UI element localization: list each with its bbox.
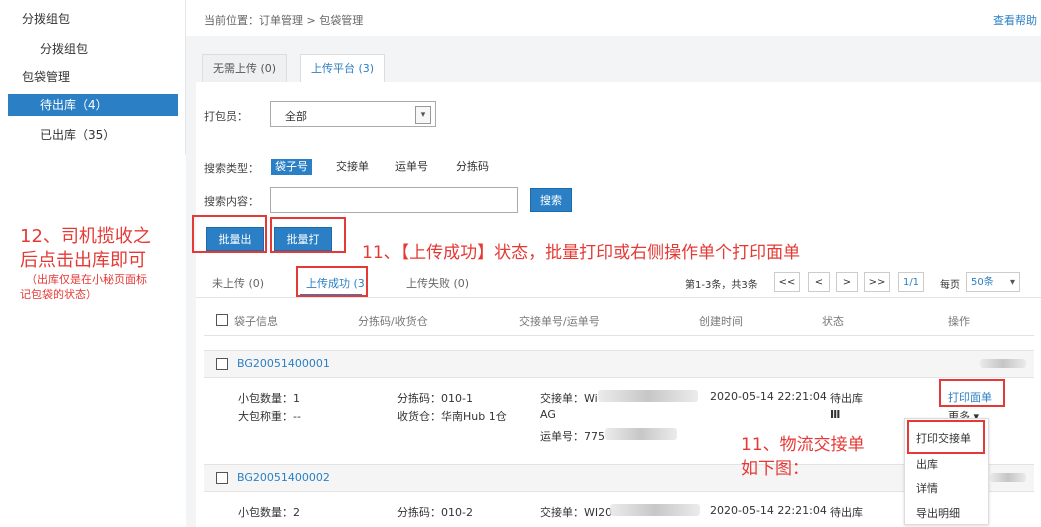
highlight-batch-print	[270, 217, 346, 253]
created-time: 2020-05-14 22:21:04	[710, 390, 827, 403]
search-input[interactable]	[270, 187, 518, 213]
sidebar: 分拨组包 分拨组包 包袋管理 待出库（4） 已出库（35）	[0, 0, 186, 155]
th-sort-warehouse: 分拣码/收货仓	[358, 315, 428, 328]
search-type-label: 搜索类型：	[204, 162, 259, 175]
blurred-value	[980, 359, 1026, 368]
handover-no-cont: AG	[540, 408, 556, 421]
highlight-batch-out	[192, 215, 267, 253]
annotation-12-note1: （出库仅是在小秘页面标	[26, 273, 147, 286]
annotation-11-bottom-line2: 如下图：	[741, 459, 809, 479]
search-button[interactable]: 搜索	[530, 188, 572, 212]
table-row-group-header: BG20051400001	[204, 350, 1034, 378]
barcode-icon: Ⅲ	[830, 408, 841, 421]
sidebar-group-bag-management[interactable]: 包袋管理	[22, 66, 200, 88]
annotation-12-note2: 记包袋的状态）	[20, 288, 97, 301]
pager-first-button[interactable]: <<	[774, 272, 800, 292]
pager-next-button[interactable]: >	[836, 272, 858, 292]
subtab-not-uploaded[interactable]: 未上传 (0)	[212, 275, 264, 291]
annotation-12-line2: 后点击出库即可	[20, 250, 146, 271]
waybill-no: 运单号：775	[540, 430, 605, 443]
menu-item-ship-out[interactable]: 出库	[916, 456, 938, 472]
help-link[interactable]: 查看帮助	[993, 12, 1037, 28]
blurred-value	[610, 504, 700, 516]
per-page-select[interactable]: 50条 ▾	[966, 272, 1020, 292]
pager-current-page: 1/1	[898, 272, 924, 292]
search-type-sort-code[interactable]: 分拣码	[452, 159, 493, 175]
row-checkbox[interactable]	[216, 358, 228, 370]
highlight-upload-success	[296, 266, 368, 297]
packer-select-value: 全部	[285, 110, 307, 123]
th-operation: 操作	[948, 315, 970, 328]
highlight-print-handover	[907, 420, 985, 454]
th-handover-waybill: 交接单号/运单号	[519, 315, 600, 328]
search-type-bag-no[interactable]: 袋子号	[271, 159, 312, 175]
pager-summary: 第1-3条，共3条	[685, 280, 758, 291]
small-count: 小包数量：2	[238, 506, 300, 519]
handover-no: 交接单：Wi	[540, 392, 598, 405]
th-status: 状态	[822, 315, 844, 328]
row-checkbox[interactable]	[216, 472, 228, 484]
tab-no-upload[interactable]: 无需上传 (0)	[202, 54, 288, 83]
small-count: 小包数量：1	[238, 392, 300, 405]
sort-code: 分拣码：010-1	[397, 392, 473, 405]
upload-tabs: 无需上传 (0) 上传平台 (3)	[196, 46, 1041, 84]
annotation-11-top: 11、【上传成功】状态，批量打印或右侧操作单个打印面单	[362, 243, 801, 263]
menu-item-export-details[interactable]: 导出明细	[916, 505, 960, 521]
subtab-upload-failed[interactable]: 上传失败 (0)	[406, 275, 469, 291]
blurred-value	[990, 473, 1026, 482]
per-page-value: 50条	[971, 277, 994, 288]
handover-no: 交接单：WI20	[540, 506, 613, 519]
per-page-label: 每页	[940, 280, 960, 291]
annotation-12-line1: 12、司机揽收之	[20, 226, 151, 247]
tab-upload-platform[interactable]: 上传平台 (3)	[300, 54, 386, 84]
breadcrumb: 当前位置：订单管理 > 包袋管理	[204, 14, 364, 27]
menu-item-details[interactable]: 详情	[916, 480, 938, 496]
sidebar-group-distribute[interactable]: 分拨组包	[22, 8, 200, 30]
created-time: 2020-05-14 22:21:04	[710, 504, 827, 517]
search-content-label: 搜索内容：	[204, 195, 259, 208]
bag-id-link[interactable]: BG20051400001	[237, 357, 330, 370]
table-header: 袋子信息 分拣码/收货仓 交接单号/运单号 创建时间 状态 操作	[204, 305, 1034, 336]
big-weight: 大包称重：--	[238, 410, 301, 423]
chevron-down-icon: ▾	[1009, 277, 1015, 288]
search-type-handover[interactable]: 交接单	[332, 159, 373, 175]
status-text: 待出库	[830, 506, 863, 519]
status-text: 待出库	[830, 392, 863, 405]
packer-select[interactable]: 全部 ▾	[270, 101, 436, 127]
annotation-11-bottom-line1: 11、物流交接单	[741, 435, 865, 455]
warehouse: 收货仓：华南Hub 1仓	[397, 410, 507, 423]
blurred-value	[598, 390, 698, 402]
pager-prev-button[interactable]: <	[808, 272, 830, 292]
sidebar-item-pending-out[interactable]: 待出库（4）	[8, 94, 178, 116]
highlight-print-label	[939, 379, 1005, 407]
th-bag-info: 袋子信息	[234, 315, 278, 328]
blurred-value	[605, 428, 677, 440]
sort-code: 分拣码：010-2	[397, 506, 473, 519]
bag-id-link[interactable]: BG20051400002	[237, 471, 330, 484]
select-all-checkbox[interactable]	[216, 314, 228, 326]
pager-last-button[interactable]: >>	[864, 272, 890, 292]
search-type-waybill[interactable]: 运单号	[391, 159, 432, 175]
packer-label: 打包员：	[204, 110, 248, 123]
th-created-time: 创建时间	[699, 315, 743, 328]
chevron-down-icon: ▾	[415, 106, 431, 124]
